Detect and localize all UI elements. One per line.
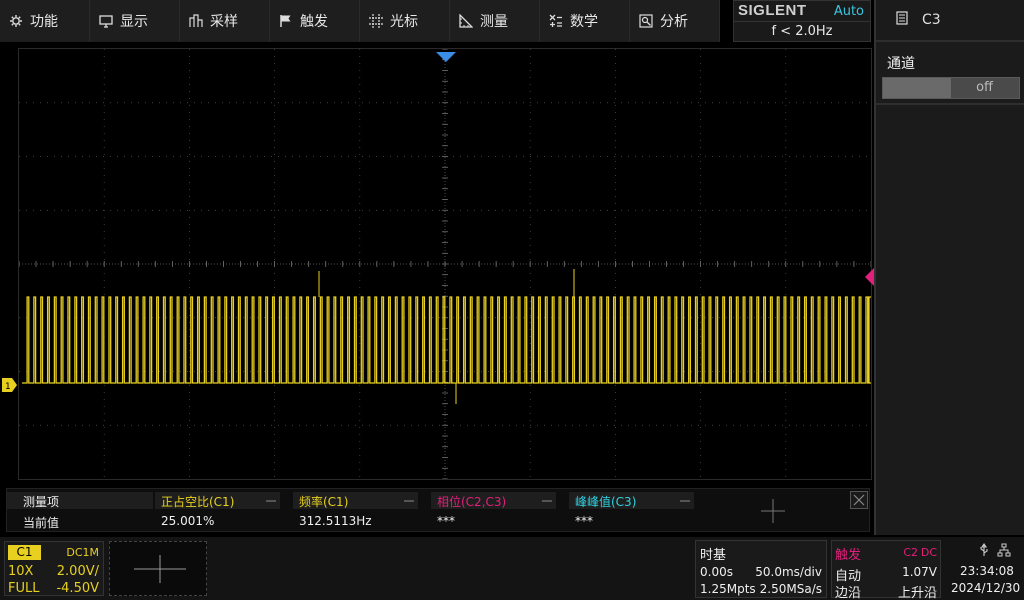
- add-measurement-button[interactable]: [697, 489, 845, 533]
- menu-acquire[interactable]: 采样: [180, 0, 270, 42]
- measure-value: 25.001%: [161, 514, 215, 528]
- ch1-offset-marker[interactable]: 1: [0, 377, 18, 393]
- network-icon[interactable]: [997, 543, 1011, 557]
- timebase-scale: 50.0ms/div: [755, 565, 822, 579]
- measure-name: 相位(C2,C3): [437, 495, 507, 509]
- menu-measure-label: 测量: [480, 14, 508, 30]
- channel1-bandwidth: FULL: [8, 581, 40, 596]
- menu-function[interactable]: 功能: [0, 0, 90, 42]
- panel-header[interactable]: C3: [876, 0, 1024, 42]
- document-icon: [896, 11, 908, 29]
- trigger-slope: 上升沿: [897, 586, 937, 600]
- trigger-position-marker[interactable]: [436, 52, 456, 62]
- channel-section-label: 通道: [887, 56, 915, 72]
- close-measurement-button[interactable]: [850, 491, 868, 509]
- channel-toggle[interactable]: off: [882, 77, 1020, 99]
- acquire-icon: [189, 14, 203, 28]
- timebase-delay: 0.00s: [700, 565, 733, 579]
- measure-item[interactable]: 峰峰值(C3) ***: [569, 489, 694, 533]
- measure-item[interactable]: 频率(C1) 312.5113Hz: [293, 489, 418, 533]
- channel1-offset: -4.50V: [56, 581, 99, 596]
- acquisition-mode[interactable]: Auto: [834, 4, 864, 19]
- waveform-canvas: [19, 49, 871, 479]
- measure-header-label: 测量项: [23, 495, 60, 509]
- close-icon: [853, 494, 865, 506]
- menu-trigger[interactable]: 触发: [270, 0, 360, 42]
- channel1-info[interactable]: C1 DC1M 10X 2.00V/ FULL -4.50V: [4, 541, 104, 596]
- timebase-memory: 1.25Mpts: [700, 582, 756, 596]
- menu-analysis[interactable]: 分析: [630, 0, 720, 42]
- panel-title: C3: [922, 12, 941, 28]
- waveform-display[interactable]: [18, 48, 872, 480]
- menu-function-label: 功能: [30, 14, 58, 30]
- measure-name: 峰峰值(C3): [575, 495, 637, 509]
- menu-analysis-label: 分析: [660, 14, 688, 30]
- plus-icon: [134, 555, 186, 583]
- trigger-level-marker[interactable]: [864, 268, 874, 286]
- math-icon: [549, 14, 563, 28]
- menu-math-label: 数学: [570, 14, 598, 30]
- ruler-icon: [459, 14, 473, 28]
- channel1-coupling: DC1M: [66, 546, 99, 559]
- svg-text:1: 1: [5, 382, 11, 392]
- measure-item[interactable]: 正占空比(C1) 25.001%: [155, 489, 280, 533]
- measure-value: ***: [575, 514, 593, 528]
- analysis-icon: [639, 14, 653, 28]
- menu-cursor-label: 光标: [390, 14, 418, 30]
- measure-item[interactable]: 相位(C2,C3) ***: [431, 489, 556, 533]
- trigger-title: 触发: [835, 548, 862, 563]
- toggle-value: off: [976, 80, 993, 95]
- trigger-info[interactable]: 触发 C2 DC 自动 1.07V 边沿 上升沿: [831, 540, 941, 600]
- monitor-icon: [99, 14, 113, 28]
- measure-value: 312.5113Hz: [299, 514, 372, 528]
- measurement-bar: 测量项 当前值 正占空比(C1) 25.001% 频率(C1) 312.5113…: [6, 488, 870, 532]
- menu-display-label: 显示: [120, 14, 148, 30]
- channel1-probe: 10X: [8, 564, 34, 579]
- trigger-level: 1.07V: [902, 565, 937, 579]
- ch1-waveform: [22, 296, 871, 384]
- divider: [734, 21, 870, 22]
- cursor-icon: [369, 14, 383, 28]
- timebase-title: 时基: [700, 548, 727, 563]
- menu-measure[interactable]: 测量: [450, 0, 540, 42]
- current-value-label: 当前值: [23, 516, 60, 530]
- timebase-info[interactable]: 时基 0.00s 50.0ms/div 1.25Mpts 2.50MSa/s: [695, 540, 827, 598]
- channel1-tag: C1: [8, 545, 41, 560]
- trigger-source: C2: [903, 546, 918, 559]
- divider: [876, 103, 1024, 105]
- measure-name: 频率(C1): [299, 495, 349, 509]
- flag-icon: [279, 14, 293, 28]
- channel-menu-panel: C3 通道 off: [874, 0, 1024, 535]
- gear-icon: [9, 14, 23, 28]
- bottom-status-bar: C1 DC1M 10X 2.00V/ FULL -4.50V 时基 0.00s …: [0, 537, 1024, 600]
- menu-trigger-label: 触发: [300, 14, 328, 30]
- trigger-coupling: DC: [920, 546, 937, 559]
- usb-icon[interactable]: [977, 543, 991, 557]
- channel1-scale: 2.00V/: [56, 564, 99, 579]
- waveform-glitches: [318, 269, 575, 404]
- graticule: [19, 49, 871, 479]
- clock-info: 23:34:08 2024/12/30: [945, 540, 1023, 598]
- toggle-knob: [883, 78, 951, 98]
- timebase-sample-rate: 2.50MSa/s: [759, 582, 822, 596]
- menu-acquire-label: 采样: [210, 14, 238, 30]
- measure-value: ***: [437, 514, 455, 528]
- frequency-counter: f < 2.0Hz: [771, 24, 833, 39]
- measure-label-column: 测量项 当前值: [7, 489, 153, 533]
- clock-time: 23:34:08: [960, 564, 1014, 578]
- menu-cursor[interactable]: 光标: [360, 0, 450, 42]
- add-channel-button[interactable]: [109, 541, 207, 596]
- menu-math[interactable]: 数学: [540, 0, 630, 42]
- brand-logo: SIGLENT: [738, 2, 807, 19]
- trigger-type: 边沿: [835, 586, 862, 600]
- menu-display[interactable]: 显示: [90, 0, 180, 42]
- status-box: SIGLENT Auto f < 2.0Hz: [733, 0, 871, 42]
- top-menu: 功能 显示 采样 触发 光标 测量 数学 分析: [0, 0, 720, 42]
- clock-date: 2024/12/30: [951, 581, 1021, 595]
- measure-name: 正占空比(C1): [161, 495, 235, 509]
- plus-icon: [761, 499, 785, 523]
